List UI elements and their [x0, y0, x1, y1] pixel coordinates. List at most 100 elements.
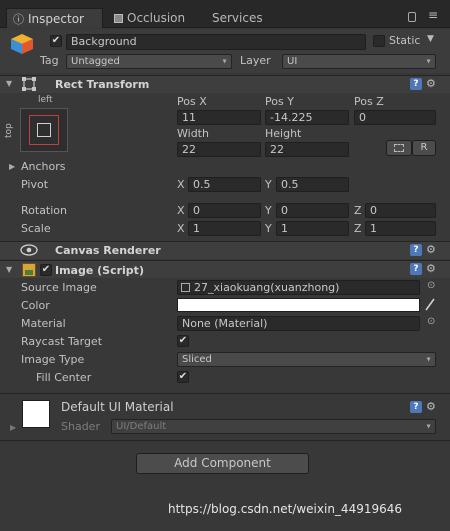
anchors-expand-icon[interactable]: ▶ — [9, 162, 15, 171]
rotation-x-input[interactable]: 0 — [188, 203, 261, 218]
scale-x-input[interactable]: 1 — [188, 221, 261, 236]
watermark-text: https://blog.csdn.net/weixin_44919646 — [168, 502, 403, 516]
anchors-label[interactable]: Anchors — [21, 160, 66, 173]
pos-y-input[interactable]: -14.225 — [265, 110, 349, 125]
gameobject-name-input[interactable]: Background — [66, 34, 366, 50]
section-divider — [0, 393, 450, 394]
gear-icon[interactable]: ⚙ — [426, 77, 436, 90]
tab-occlusion-label: Occlusion — [127, 11, 186, 25]
raw-edit-button[interactable]: R — [412, 140, 436, 156]
blueprint-icon — [394, 144, 404, 152]
anchor-preset-rect — [37, 123, 51, 137]
pivot-x-input[interactable]: 0.5 — [188, 177, 261, 192]
scale-label: Scale — [21, 222, 51, 235]
object-picker-icon[interactable]: ⊙ — [427, 280, 435, 291]
gameobject-cube-icon — [10, 33, 34, 55]
help-icon[interactable]: ? — [410, 244, 422, 256]
material-thumbnail — [22, 400, 50, 428]
static-label: Static — [389, 34, 421, 47]
gear-icon[interactable]: ⚙ — [426, 400, 436, 413]
tab-services[interactable]: Services — [206, 8, 276, 28]
info-icon: ⓘ — [13, 12, 24, 26]
color-swatch[interactable] — [177, 298, 420, 312]
panel-menu-icon[interactable]: ≡ — [428, 9, 438, 21]
width-label: Width — [177, 127, 209, 140]
rect-transform-title: Rect Transform — [55, 78, 150, 91]
image-type-label: Image Type — [21, 353, 85, 366]
canvas-renderer-title: Canvas Renderer — [55, 244, 161, 257]
color-label: Color — [21, 299, 50, 312]
pivot-x-axis-label: X — [177, 178, 185, 191]
gear-icon[interactable]: ⚙ — [426, 243, 436, 256]
tag-dropdown[interactable]: Untagged — [66, 54, 232, 69]
rotation-z-axis-label: Z — [354, 204, 362, 217]
image-component-title: Image (Script) — [55, 264, 144, 277]
collapse-arrow-icon[interactable]: ▼ — [6, 265, 12, 274]
anchor-preset-h-label: left — [38, 95, 53, 105]
tab-inspector[interactable]: ⓘ Inspector — [6, 8, 103, 28]
anchor-preset-v-label: top — [4, 123, 14, 138]
material-title: Default UI Material — [61, 400, 174, 414]
rotation-x-axis-label: X — [177, 204, 185, 217]
add-component-button[interactable]: Add Component — [136, 453, 309, 474]
pivot-label: Pivot — [21, 178, 49, 191]
height-label: Height — [265, 127, 302, 140]
anchor-presets-button[interactable] — [20, 108, 68, 152]
gameobject-active-checkbox[interactable]: ✔ — [50, 35, 62, 47]
height-input[interactable]: 22 — [265, 142, 349, 157]
pos-z-label: Pos Z — [354, 95, 384, 108]
scale-z-axis-label: Z — [354, 222, 362, 235]
sprite-icon — [181, 283, 190, 292]
scale-z-input[interactable]: 1 — [365, 221, 436, 236]
rotation-y-axis-label: Y — [265, 204, 272, 217]
scale-y-input[interactable]: 1 — [276, 221, 349, 236]
source-image-label: Source Image — [21, 281, 97, 294]
pos-y-label: Pos Y — [265, 95, 294, 108]
static-checkbox[interactable] — [373, 35, 385, 47]
eyedropper-icon[interactable] — [424, 297, 436, 312]
occlusion-icon — [114, 13, 123, 23]
image-component-icon — [22, 263, 36, 277]
source-image-field[interactable]: 27_xiaokuang(xuanzhong) — [177, 280, 420, 295]
blueprint-mode-button[interactable] — [386, 140, 412, 156]
raycast-target-label: Raycast Target — [21, 335, 103, 348]
image-type-dropdown[interactable]: Sliced — [177, 352, 436, 367]
rotation-label: Rotation — [21, 204, 68, 217]
scale-x-axis-label: X — [177, 222, 185, 235]
section-divider — [0, 440, 450, 441]
collapse-arrow-icon[interactable]: ▼ — [6, 79, 12, 88]
lock-icon[interactable] — [408, 12, 416, 22]
gear-icon[interactable]: ⚙ — [426, 262, 436, 275]
static-dropdown-icon[interactable]: ▼ — [427, 34, 434, 44]
pivot-y-axis-label: Y — [265, 178, 272, 191]
tab-services-label: Services — [212, 11, 263, 25]
pivot-y-input[interactable]: 0.5 — [276, 177, 349, 192]
material-field[interactable]: None (Material) — [177, 316, 420, 331]
scale-y-axis-label: Y — [265, 222, 272, 235]
layer-dropdown[interactable]: UI — [282, 54, 436, 69]
help-icon[interactable]: ? — [410, 401, 422, 413]
rect-transform-icon — [22, 77, 36, 91]
rotation-z-input[interactable]: 0 — [365, 203, 436, 218]
pos-x-label: Pos X — [177, 95, 207, 108]
layer-label: Layer — [240, 54, 271, 67]
pos-z-input[interactable]: 0 — [354, 110, 436, 125]
rotation-y-input[interactable]: 0 — [276, 203, 349, 218]
material-expand-icon[interactable]: ▶ — [10, 423, 16, 432]
window-tab-bar: ⓘ Inspector Occlusion Services ≡ — [0, 0, 450, 28]
help-icon[interactable]: ? — [410, 78, 422, 90]
pos-x-input[interactable]: 11 — [177, 110, 261, 125]
help-icon[interactable]: ? — [410, 263, 422, 275]
source-image-value: 27_xiaokuang(xuanzhong) — [194, 281, 340, 294]
object-picker-icon[interactable]: ⊙ — [427, 316, 435, 327]
shader-label: Shader — [61, 420, 100, 433]
fill-center-label: Fill Center — [36, 371, 92, 384]
width-input[interactable]: 22 — [177, 142, 261, 157]
tab-occlusion[interactable]: Occlusion — [108, 8, 198, 28]
shader-dropdown: UI/Default — [111, 419, 436, 434]
material-label: Material — [21, 317, 66, 330]
fill-center-checkbox[interactable]: ✔ — [177, 371, 189, 383]
eye-icon — [20, 244, 38, 256]
image-enabled-checkbox[interactable]: ✔ — [40, 264, 52, 276]
raycast-target-checkbox[interactable]: ✔ — [177, 335, 189, 347]
